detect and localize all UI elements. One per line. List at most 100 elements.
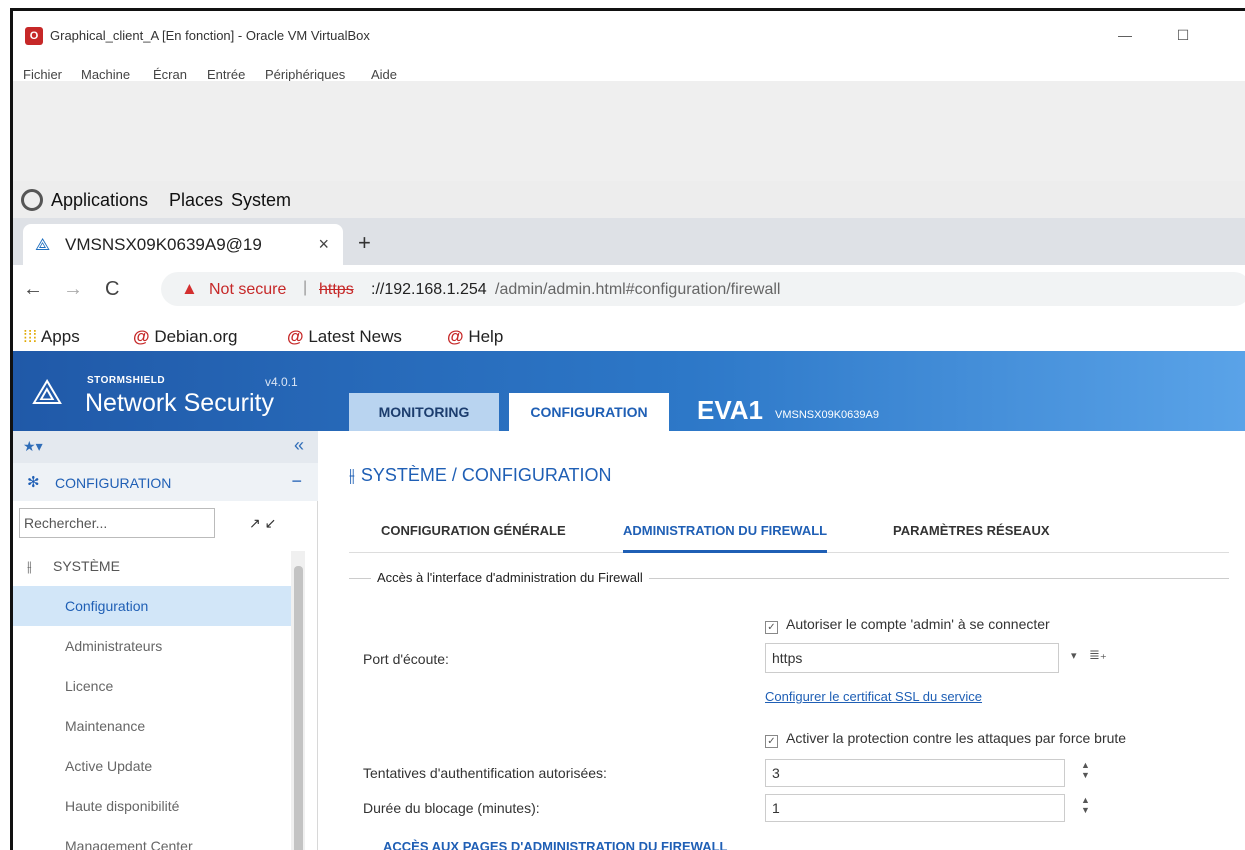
collapse-section-icon[interactable]: −	[291, 471, 302, 492]
ssl-certificate-link[interactable]: Configurer le certificat SSL du service	[765, 689, 982, 704]
menu-ecran[interactable]: Écran	[153, 67, 187, 82]
url-protocol: https	[319, 281, 354, 298]
collapse-sidebar-button[interactable]: «	[294, 435, 304, 456]
sidebar-item-active-update[interactable]: Active Update	[13, 746, 291, 786]
tab-parametres-reseaux[interactable]: PARAMÈTRES RÉSEAUX	[893, 523, 1050, 553]
add-object-icon[interactable]: ≣₊	[1089, 647, 1107, 663]
nav-group-label: SYSTÈME	[53, 558, 120, 574]
brand-name: STORMSHIELD	[87, 375, 166, 386]
sidebar-item-administrateurs[interactable]: Administrateurs	[13, 626, 291, 666]
minimize-button[interactable]: —	[1113, 23, 1137, 47]
warning-icon: ▲	[181, 279, 198, 298]
sidebar-scrollbar-thumb[interactable]	[294, 566, 303, 850]
version-label: v4.0.1	[265, 375, 298, 389]
nav-list: ⫲ SYSTÈME Configuration Administrateurs …	[13, 546, 291, 850]
tab-configuration-generale[interactable]: CONFIGURATION GÉNÉRALE	[381, 523, 566, 553]
page-title-text: SYSTÈME / CONFIGURATION	[360, 465, 612, 485]
bookmark-apps-label: Apps	[40, 327, 80, 346]
gnome-logo-icon	[21, 189, 43, 211]
menu-search-input[interactable]: Rechercher...	[19, 508, 215, 538]
menu-entree[interactable]: Entrée	[207, 67, 245, 82]
maximize-button[interactable]: ☐	[1171, 23, 1195, 47]
block-duration-input[interactable]: 1	[765, 794, 1065, 822]
checkbox-icon: ✓	[765, 621, 778, 634]
sidebar-item-label: Maintenance	[65, 718, 146, 734]
debian-swirl-icon: @	[287, 327, 304, 346]
tab-monitoring[interactable]: MONITORING	[349, 393, 499, 431]
attempts-spinner-icon[interactable]: ▲ ▼	[1081, 760, 1090, 780]
url-host: ://192.168.1.254	[371, 281, 487, 298]
sidebar-item-label: Configuration	[65, 598, 149, 614]
admin-pages-access-link[interactable]: ACCÈS AUX PAGES D'ADMINISTRATION DU FIRE…	[383, 839, 727, 850]
apps-grid-icon: ⁞⁞⁞	[23, 327, 38, 346]
close-tab-icon[interactable]: ×	[318, 234, 329, 255]
security-indicator[interactable]: Not secure	[209, 281, 286, 299]
tab-administration-firewall[interactable]: ADMINISTRATION DU FIREWALL	[623, 523, 828, 553]
bookmark-debian[interactable]: @ Debian.org	[133, 327, 237, 347]
menu-fichier[interactable]: Fichier	[23, 67, 62, 82]
menu-machine[interactable]: Machine	[81, 67, 130, 82]
allow-admin-checkbox[interactable]: ✓ Autoriser le compte 'admin' à se connec…	[765, 616, 1050, 634]
gear-icon: ✻	[27, 474, 40, 491]
expand-collapse-all-icon[interactable]: ↗ ↙	[249, 515, 276, 532]
browser-tab[interactable]: ⟁ VMSNSX09K0639A9@19 ×	[23, 224, 343, 265]
desktop-panel: Applications Places System	[13, 181, 1245, 218]
sidebar-item-label: Active Update	[65, 758, 153, 774]
bookmark-help[interactable]: @ Help	[447, 327, 503, 347]
nav-group-systeme[interactable]: ⫲ SYSTÈME	[13, 546, 291, 586]
bookmark-apps[interactable]: ⁞⁞⁞ Apps	[23, 327, 80, 347]
reload-button[interactable]: C	[105, 278, 119, 301]
url-bar[interactable]: ▲ Not secure | https ://192.168.1.254 /a…	[161, 272, 1245, 306]
menu-peripheriques[interactable]: Périphériques	[265, 67, 345, 82]
bookmark-latest-news-label: Latest News	[308, 327, 402, 346]
window-title: Graphical_client_A [En fonction] - Oracl…	[50, 28, 370, 43]
attempts-input[interactable]: 3	[765, 759, 1065, 787]
sidebar-item-haute-disponibilite[interactable]: Haute disponibilité	[13, 786, 291, 826]
url-separator: |	[303, 279, 308, 296]
attempts-label: Tentatives d'authentification autorisées…	[363, 765, 607, 781]
page-title: ⫲ SYSTÈME / CONFIGURATION	[349, 465, 612, 486]
sidebar-item-licence[interactable]: Licence	[13, 666, 291, 706]
sidebar-item-maintenance[interactable]: Maintenance	[13, 706, 291, 746]
device-name: EVA1	[697, 395, 763, 425]
configuration-section-header[interactable]: ✻ CONFIGURATION −	[13, 463, 318, 501]
subtab-bar: CONFIGURATION GÉNÉRALE ADMINISTRATION DU…	[349, 515, 1229, 553]
virtualbox-icon: O	[25, 27, 43, 45]
product-name: Network Security	[85, 389, 274, 417]
app-header: ⟁ STORMSHIELD Network Security v4.0.1 MO…	[13, 351, 1245, 431]
vbox-title-bar: O Graphical_client_A [En fonction] - Ora…	[13, 11, 1245, 59]
favorites-row: ★▾ «	[13, 431, 318, 463]
main-content: ⫲ SYSTÈME / CONFIGURATION CONFIGURATION G…	[319, 431, 1245, 850]
vm-window: O Graphical_client_A [En fonction] - Ora…	[10, 8, 1245, 850]
port-label: Port d'écoute:	[363, 651, 449, 667]
block-duration-label: Durée du blocage (minutes):	[363, 800, 540, 816]
stormshield-logo-icon: ⟁	[31, 371, 64, 412]
bruteforce-checkbox[interactable]: ✓ Activer la protection contre les attaqu…	[765, 730, 1126, 748]
browser-tab-strip: ⟁ VMSNSX09K0639A9@19 × +	[13, 218, 1245, 265]
device-serial: VMSNSX09K0639A9	[775, 409, 879, 421]
sidebar-item-label: Management Center	[65, 838, 193, 850]
chevron-down-icon[interactable]: ▾	[1071, 649, 1077, 662]
menu-applications[interactable]: Applications	[51, 190, 148, 211]
port-select[interactable]: https	[765, 643, 1059, 673]
allow-admin-label: Autoriser le compte 'admin' à se connect…	[786, 616, 1050, 632]
tab-configuration[interactable]: CONFIGURATION	[509, 393, 669, 431]
block-duration-spinner-icon[interactable]: ▲ ▼	[1081, 795, 1090, 815]
menu-system[interactable]: System	[231, 190, 291, 211]
favorites-menu[interactable]: ★▾	[23, 438, 43, 455]
sidebar-item-configuration[interactable]: Configuration	[13, 586, 291, 626]
url-path: /admin/admin.html#configuration/firewall	[495, 281, 781, 298]
section-title: CONFIGURATION	[55, 475, 172, 491]
new-tab-button[interactable]: +	[358, 230, 371, 256]
fieldset-legend: Accès à l'interface d'administration du …	[371, 570, 649, 585]
menu-aide[interactable]: Aide	[371, 67, 397, 82]
forward-button[interactable]: →	[63, 278, 83, 301]
bookmark-latest-news[interactable]: @ Latest News	[287, 327, 402, 347]
tab-title: VMSNSX09K0639A9@19	[65, 235, 262, 254]
menu-places[interactable]: Places	[169, 190, 223, 211]
bruteforce-label: Activer la protection contre les attaque…	[786, 730, 1127, 746]
sliders-icon: ⫲	[27, 558, 32, 574]
bookmark-help-label: Help	[468, 327, 504, 346]
back-button[interactable]: ←	[23, 278, 43, 301]
sidebar-item-management-center[interactable]: Management Center	[13, 826, 291, 850]
